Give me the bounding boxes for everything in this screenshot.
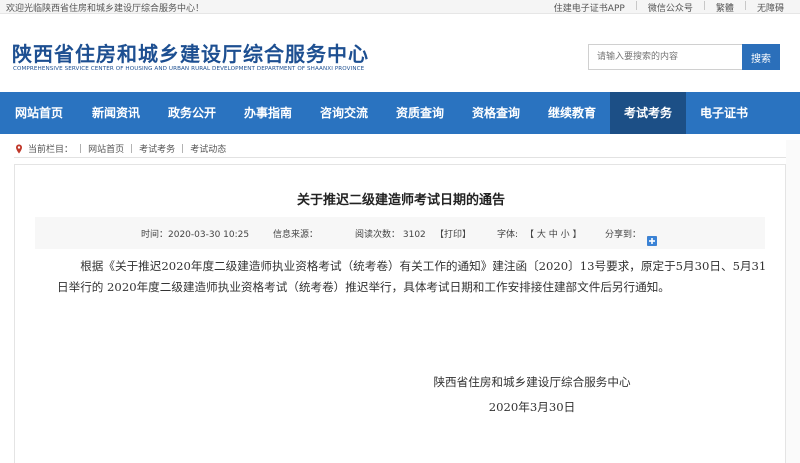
signer-organization: 陕西省住房和城乡建设厅综合服务中心 — [433, 375, 631, 389]
site-title[interactable]: 陕西省住房和城乡建设厅综合服务中心 — [12, 38, 369, 67]
nav-item-news[interactable]: 新闻资讯 — [78, 92, 154, 134]
site-subtitle: COMPREHENSIVE SERVICE CENTER OF HOUSING … — [13, 66, 365, 72]
nav-item-exams[interactable]: 考试考务 — [610, 92, 686, 134]
article-meta-bar: 时间：2020-03-30 10:25 信息来源： 阅读次数： 3102 【打印… — [35, 217, 765, 249]
signature-date: 2020年3月30日 — [488, 400, 576, 414]
font-size-label: 字体: — [497, 230, 519, 240]
breadcrumb: 当前栏目： | 网站首页 | 考试考务 | 考试动态 — [14, 140, 786, 158]
article-panel: 关于推迟二级建造师考试日期的通告 时间：2020-03-30 10:25 信息来… — [14, 164, 786, 463]
location-icon — [14, 144, 24, 154]
nav-item-government[interactable]: 政务公开 — [154, 92, 230, 134]
site-header: 陕西省住房和城乡建设厅综合服务中心 COMPREHENSIVE SERVICE … — [0, 14, 800, 92]
nav-item-education[interactable]: 继续教育 — [534, 92, 610, 134]
breadcrumb-separator: | — [79, 143, 83, 154]
top-links: 住建电子证书APP | 微信公众号 | 繁體 | 无障碍 — [544, 1, 794, 14]
view-count: 阅读次数： 3102 — [355, 230, 426, 240]
breadcrumb-exams[interactable]: 考试考务 — [139, 142, 175, 155]
article-paragraph: 根据《关于推迟2020年度二级建造师执业资格考试（统考卷）有关工作的通知》建注函… — [57, 259, 767, 294]
article-body: 根据《关于推迟2020年度二级建造师执业资格考试（统考卷）有关工作的通知》建注函… — [57, 256, 777, 298]
main-nav: 网站首页 新闻资讯 政务公开 办事指南 咨询交流 资质查询 资格查询 继续教育 … — [0, 92, 800, 134]
top-utility-bar: 欢迎光临陕西省住房和城乡建设厅综合服务中心！ 住建电子证书APP | 微信公众号… — [0, 0, 800, 14]
top-link-traditional[interactable]: 繁體 — [706, 1, 744, 14]
nav-item-certificate-query[interactable]: 资格查询 — [458, 92, 534, 134]
nav-item-consult[interactable]: 咨询交流 — [306, 92, 382, 134]
nav-item-qualification-query[interactable]: 资质查询 — [382, 92, 458, 134]
search-input[interactable] — [588, 44, 742, 70]
nav-item-home[interactable]: 网站首页 — [0, 92, 78, 134]
top-link-wechat[interactable]: 微信公众号 — [638, 1, 703, 14]
top-link-app[interactable]: 住建电子证书APP — [544, 1, 635, 14]
font-size-controls[interactable]: 【 大 中 小 】 — [525, 227, 581, 240]
print-button[interactable]: 【打印】 — [435, 227, 471, 240]
welcome-text: 欢迎光临陕西省住房和城乡建设厅综合服务中心！ — [6, 4, 205, 14]
publish-time: 时间：2020-03-30 10:25 — [141, 230, 250, 240]
search-button[interactable]: 搜索 — [742, 44, 780, 70]
page-margin — [786, 140, 800, 463]
article-title: 关于推迟二级建造师考试日期的通告 — [296, 193, 505, 208]
nav-item-guide[interactable]: 办事指南 — [230, 92, 306, 134]
top-link-accessibility[interactable]: 无障碍 — [747, 1, 794, 14]
info-source: 信息来源： — [273, 230, 319, 240]
share-label: 分享到： — [605, 230, 642, 240]
breadcrumb-separator: | — [130, 143, 134, 154]
breadcrumb-label: 当前栏目： — [28, 145, 74, 155]
nav-item-e-certificate[interactable]: 电子证书 — [686, 92, 762, 134]
breadcrumb-separator: | — [181, 143, 185, 154]
signer-block: 陕西省住房和城乡建设厅综合服务中心 — [15, 374, 787, 390]
breadcrumb-exam-news[interactable]: 考试动态 — [190, 142, 226, 155]
more-share-icon[interactable] — [647, 236, 657, 246]
breadcrumb-home[interactable]: 网站首页 — [88, 142, 124, 155]
